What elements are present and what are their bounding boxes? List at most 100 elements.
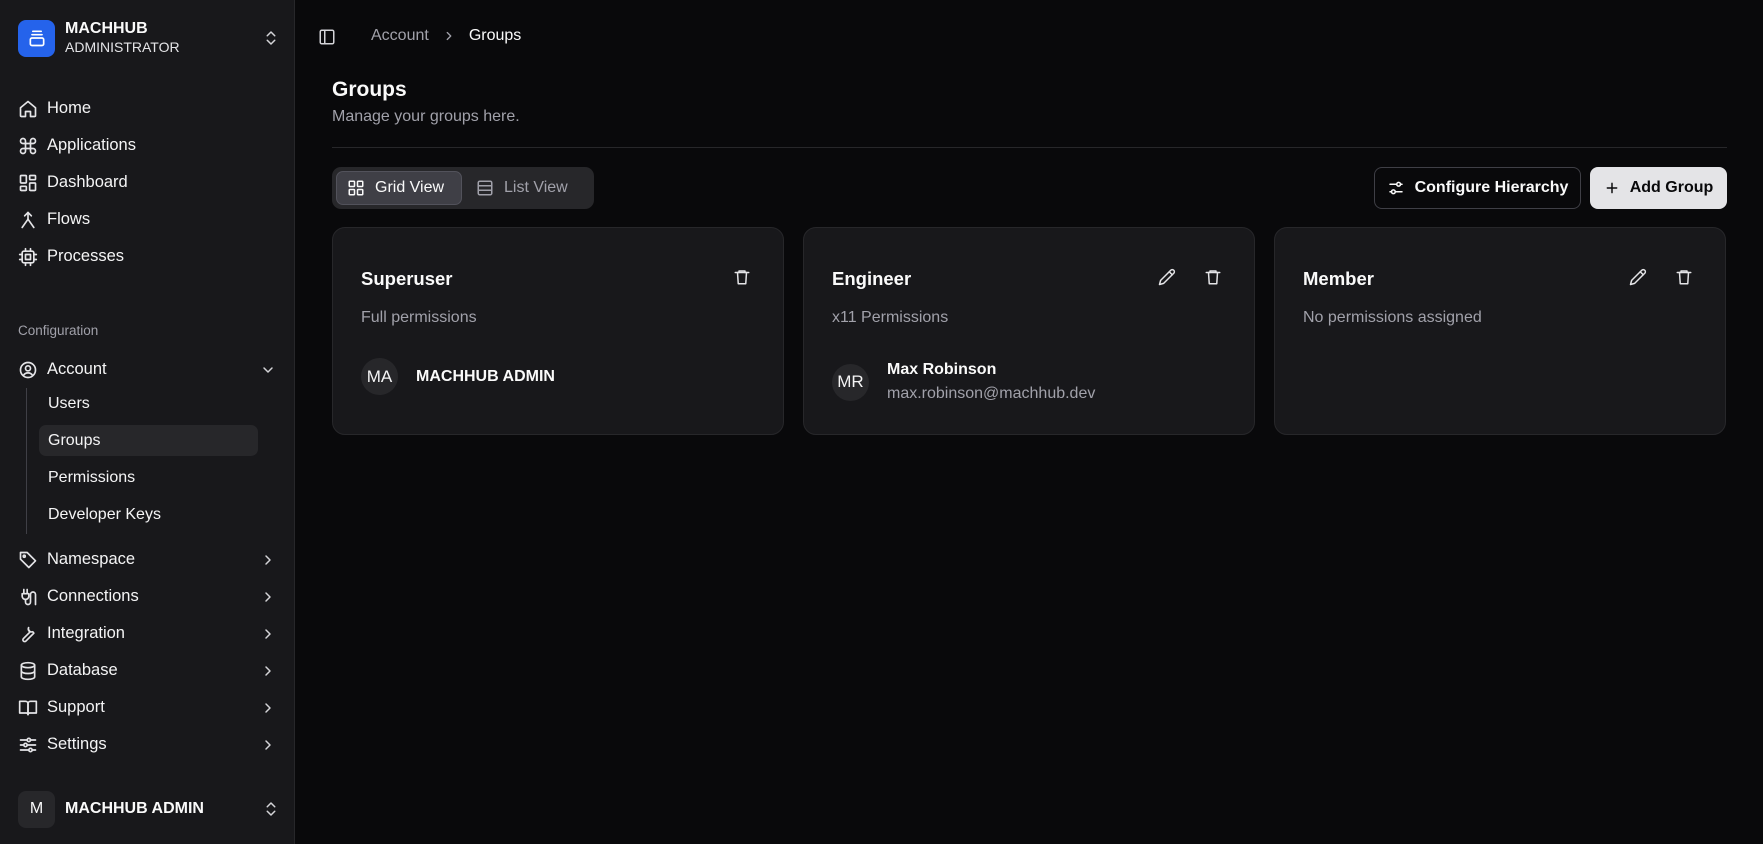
database-icon	[18, 661, 38, 681]
chevron-right-icon	[260, 663, 276, 679]
sliders-icon	[18, 735, 38, 755]
user-menu[interactable]: M MACHHUB ADMIN	[18, 790, 280, 828]
sidebar-item-label: Home	[47, 99, 92, 117]
list-view-label: List View	[504, 179, 568, 196]
divider	[332, 147, 1727, 148]
plus-icon	[1604, 180, 1620, 196]
flows-icon	[18, 210, 38, 230]
wrench-icon	[18, 624, 38, 644]
sidebar-item-label: Support	[47, 698, 105, 716]
chevron-right-icon	[260, 700, 276, 716]
sidebar-item-account[interactable]: Account	[18, 351, 280, 388]
org-switcher[interactable]: MACHHUB ADMINISTRATOR	[18, 18, 280, 58]
chevron-right-icon	[260, 552, 276, 568]
sidebar-item-database[interactable]: Database	[18, 652, 280, 689]
avatar: M	[18, 790, 55, 828]
card-actions	[733, 268, 753, 288]
tag-icon	[18, 550, 38, 570]
dashboard-icon	[18, 173, 38, 193]
sidebar-item-flows[interactable]: Flows	[18, 201, 280, 238]
member-email: max.robinson@machhub.dev	[887, 385, 1096, 402]
sidebar-item-dashboard[interactable]: Dashboard	[18, 164, 280, 201]
sidebar-nav-main: Home Applications Dashboard Flows Proces…	[18, 90, 280, 275]
sidebar-item-settings[interactable]: Settings	[18, 726, 280, 763]
group-name: Engineer	[832, 268, 912, 289]
grid-icon	[347, 179, 365, 197]
chevron-right-icon	[260, 737, 276, 753]
settings-sliders-icon	[1387, 179, 1405, 197]
org-role: ADMINISTRATOR	[65, 39, 180, 55]
grid-view-button[interactable]: Grid View	[336, 171, 462, 205]
chevron-right-icon	[260, 589, 276, 605]
add-group-button[interactable]: Add Group	[1590, 167, 1727, 209]
group-name: Member	[1303, 268, 1374, 289]
cpu-icon	[18, 247, 38, 267]
sidebar-item-label: Settings	[47, 735, 107, 753]
sidebar-item-integration[interactable]: Integration	[18, 615, 280, 652]
trash-icon[interactable]	[1675, 268, 1695, 288]
pencil-icon[interactable]	[1629, 268, 1649, 288]
sidebar-item-support[interactable]: Support	[18, 689, 280, 726]
breadcrumb-account[interactable]: Account	[371, 27, 429, 45]
sidebar-item-processes[interactable]: Processes	[18, 238, 280, 275]
group-name: Superuser	[361, 268, 453, 289]
group-permissions: x11 Permissions	[832, 309, 949, 326]
card-actions	[1158, 268, 1224, 288]
chevron-right-icon	[260, 626, 276, 642]
sidebar-subitem-groups[interactable]: Groups	[39, 425, 258, 456]
sidebar-item-label: Connections	[47, 587, 139, 605]
home-icon	[18, 99, 38, 119]
group-card-engineer: Engineer x11 Permissions MR Max Robinson…	[803, 227, 1255, 435]
view-toggle: Grid View List View	[332, 167, 594, 209]
group-permissions: Full permissions	[361, 309, 477, 326]
sidebar-item-namespace[interactable]: Namespace	[18, 541, 280, 578]
sidebar-subitem-permissions[interactable]: Permissions	[39, 462, 258, 493]
sidebar-nav-config-more: Namespace Connections Integration Databa…	[18, 541, 280, 776]
command-icon	[18, 136, 38, 156]
group-card-member: Member No permissions assigned	[1274, 227, 1726, 435]
breadcrumb-groups: Groups	[468, 27, 522, 44]
avatar: MR	[832, 363, 869, 401]
org-logo-icon	[18, 19, 55, 57]
account-submenu: Users Groups Permissions Developer Keys	[26, 388, 262, 534]
grid-view-label: Grid View	[375, 179, 445, 196]
configure-hierarchy-label: Configure Hierarchy	[1414, 179, 1569, 196]
chevron-right-icon	[442, 29, 456, 43]
chevron-down-icon	[260, 362, 276, 378]
book-icon	[18, 698, 38, 718]
panel-left-icon	[318, 28, 336, 46]
trash-icon[interactable]	[1204, 268, 1224, 288]
sidebar-item-label: Account	[47, 360, 107, 378]
page-title: Groups	[332, 78, 407, 101]
sidebar-item-label: Integration	[47, 624, 125, 642]
sidebar-item-connections[interactable]: Connections	[18, 578, 280, 615]
card-actions	[1629, 268, 1695, 288]
chevrons-up-down-icon	[262, 29, 280, 47]
configure-hierarchy-button[interactable]: Configure Hierarchy	[1374, 167, 1581, 209]
sidebar-subitem-users[interactable]: Users	[39, 388, 258, 419]
avatar: MA	[361, 358, 398, 395]
sidebar-item-home[interactable]: Home	[18, 90, 280, 127]
group-card-superuser: Superuser Full permissions MA MACHHUB AD…	[332, 227, 784, 435]
sidebar-item-label: Database	[47, 661, 118, 679]
user-name: MACHHUB ADMIN	[65, 800, 204, 817]
page-subtitle: Manage your groups here.	[332, 108, 520, 125]
user-circle-icon	[18, 360, 38, 380]
sidebar-toggle-button[interactable]	[318, 27, 336, 47]
sidebar-item-label: Applications	[47, 136, 136, 154]
sidebar-subitem-developer-keys[interactable]: Developer Keys	[39, 499, 258, 530]
plug-icon	[18, 587, 38, 607]
list-icon	[476, 179, 494, 197]
list-view-button[interactable]: List View	[466, 171, 578, 205]
breadcrumb: Account Groups	[371, 27, 521, 45]
org-name: MACHHUB	[65, 20, 148, 37]
chevrons-up-down-icon	[262, 800, 280, 818]
sidebar: MACHHUB ADMINISTRATOR Home Applications …	[0, 0, 295, 844]
member-row: MA MACHHUB ADMIN	[361, 358, 555, 395]
sidebar-item-applications[interactable]: Applications	[18, 127, 280, 164]
pencil-icon[interactable]	[1158, 268, 1178, 288]
member-name: MACHHUB ADMIN	[416, 367, 555, 385]
group-permissions: No permissions assigned	[1303, 309, 1482, 326]
add-group-label: Add Group	[1629, 179, 1714, 196]
trash-icon[interactable]	[733, 268, 753, 288]
